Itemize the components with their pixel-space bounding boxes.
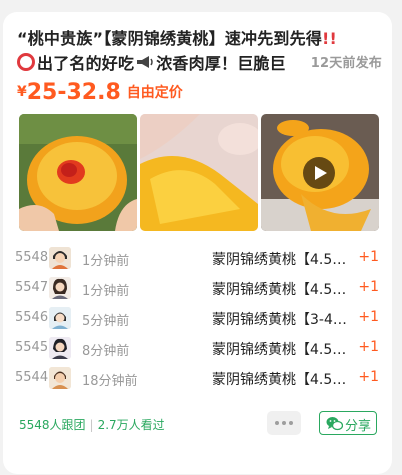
followers-count: 5548人跟团: [19, 418, 86, 432]
order-time: 1分钟前: [82, 284, 130, 299]
order-product: 蒙阴锦绣黄桃【3-4斤装】: [212, 312, 354, 328]
order-time: 18分钟前: [82, 374, 138, 389]
order-product: 蒙阴锦绣黄桃【4.5斤装】: [212, 252, 354, 268]
order-quantity: +1: [358, 339, 379, 355]
more-dot-icon: [275, 421, 279, 425]
stats-divider: |: [89, 418, 94, 432]
currency-symbol: ¥: [17, 84, 27, 100]
more-dot-icon: [282, 421, 286, 425]
price-range: 25-32.8: [26, 80, 121, 105]
order-product: 蒙阴锦绣黄桃【4.5斤装】: [212, 372, 354, 388]
order-product: 蒙阴锦绣黄桃【4.5斤装】: [212, 282, 354, 298]
avatar: [49, 247, 71, 269]
posted-ago: 12天前发布: [304, 51, 382, 76]
viewers-count: 2.7万人看过: [97, 418, 165, 432]
order-quantity: +1: [358, 369, 379, 385]
order-number: 5545: [15, 340, 49, 355]
title-line-1: “桃中贵族”【蒙阴锦绣黄桃】速冲先到先得!!: [17, 29, 338, 48]
order-quantity: +1: [358, 279, 379, 295]
order-number: 5544: [15, 370, 49, 385]
post-title: “桃中贵族”【蒙阴锦绣黄桃】速冲先到先得!! 出了名的好吃 浓香肉厚！巨脆巨 12天…: [17, 26, 382, 78]
wechat-icon: [326, 417, 343, 431]
price-label: 自由定价: [126, 85, 183, 101]
order-quantity: +1: [358, 309, 379, 325]
order-time: 1分钟前: [82, 254, 130, 269]
more-dot-icon: [289, 421, 293, 425]
order-quantity: +1: [358, 249, 379, 265]
exclamation-emoji-icon: !!: [322, 29, 338, 48]
peach-photo[interactable]: [19, 114, 137, 231]
group-stats: 5548人跟团 | 2.7万人看过: [19, 416, 165, 433]
title-line-2: 出了名的好吃 浓香肉厚！巨脆巨 12天前发布: [17, 51, 382, 78]
play-button[interactable]: [303, 157, 335, 189]
order-time: 5分钟前: [82, 314, 130, 329]
share-label: 分享: [345, 419, 372, 434]
avatar: [49, 307, 71, 329]
avatar: [49, 367, 71, 389]
order-row[interactable]: 5547 1分钟前 蒙阴锦绣黄桃【4.5斤装】 +1: [15, 275, 385, 305]
avatar: [49, 337, 71, 359]
card-footer: 5548人跟团 | 2.7万人看过 分享: [19, 410, 381, 438]
order-list: 5548 1分钟前 蒙阴锦绣黄桃【4.5斤装】 +1 5547 1分钟前 蒙阴锦…: [15, 245, 385, 395]
avatar: [49, 277, 71, 299]
more-button[interactable]: [267, 411, 301, 435]
peach-flesh-photo[interactable]: [140, 114, 258, 231]
peach-video-thumbnail[interactable]: [261, 114, 379, 231]
price: ¥25-32.8 自由定价: [17, 80, 183, 108]
order-number: 5547: [15, 280, 49, 295]
order-row[interactable]: 5544 18分钟前 蒙阴锦绣黄桃【4.5斤装】 +1: [15, 365, 385, 395]
order-row[interactable]: 5546 5分钟前 蒙阴锦绣黄桃【3-4斤装】 +1: [15, 305, 385, 335]
order-product: 蒙阴锦绣黄桃【4.5斤装】: [212, 342, 354, 358]
order-time: 8分钟前: [82, 344, 130, 359]
order-number: 5546: [15, 310, 49, 325]
share-button[interactable]: 分享: [319, 411, 377, 435]
red-circle-icon: [17, 53, 35, 71]
photo-gallery: [19, 114, 379, 231]
megaphone-icon: [136, 53, 154, 78]
order-number: 5548: [15, 250, 49, 265]
order-row[interactable]: 5548 1分钟前 蒙阴锦绣黄桃【4.5斤装】 +1: [15, 245, 385, 275]
order-row[interactable]: 5545 8分钟前 蒙阴锦绣黄桃【4.5斤装】 +1: [15, 335, 385, 365]
play-icon: [315, 166, 327, 180]
